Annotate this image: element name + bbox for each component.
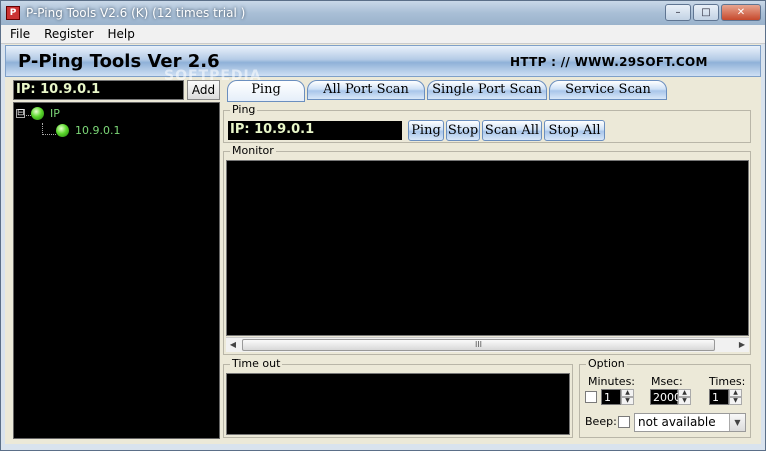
status-led-icon [56, 124, 69, 137]
beep-select[interactable]: not available ▼ [634, 413, 746, 432]
timeout-group: Time out [223, 357, 573, 438]
ping-ip-display: IP: 10.9.0.1 [228, 121, 402, 140]
minimize-button[interactable]: – [665, 4, 691, 21]
spin-down-icon[interactable]: ▼ [729, 397, 742, 405]
title-bar[interactable]: P P-Ping Tools V2.6 (K) (12 times trial … [1, 1, 765, 25]
menu-help[interactable]: Help [103, 27, 140, 41]
minutes-field[interactable]: 1 [601, 389, 621, 405]
monitor-scrollbar[interactable]: ◀ III ▶ [226, 337, 749, 352]
left-panel: IP: 10.9.0.1 Add ⊟ IP 10.9.0.1 [11, 80, 223, 440]
menu-register[interactable]: Register [39, 27, 98, 41]
tree-node-label: 10.9.0.1 [75, 124, 121, 137]
minutes-label: Minutes: [588, 375, 636, 388]
header-banner: P-Ping Tools Ver 2.6 SOFTPEDIA HTTP : //… [5, 45, 761, 84]
tab-strip: Ping All Port Scan Single Port Scan Serv… [227, 80, 669, 102]
msec-label: Msec: [651, 375, 683, 388]
timeout-group-label: Time out [230, 357, 283, 370]
scroll-left-icon[interactable]: ◀ [226, 338, 240, 352]
tree-node-root[interactable]: ⊟ IP [16, 107, 60, 120]
window-title: P-Ping Tools V2.6 (K) (12 times trial ) [26, 6, 246, 20]
scroll-right-icon[interactable]: ▶ [735, 338, 749, 352]
monitor-group-label: Monitor [230, 144, 276, 157]
ip-input[interactable]: IP: 10.9.0.1 [13, 80, 184, 100]
monitor-group: Monitor ◀ III ▶ [223, 144, 751, 355]
tab-service-scan[interactable]: Service Scan [549, 80, 667, 100]
tab-ping[interactable]: Ping [227, 80, 305, 102]
spin-up-icon[interactable]: ▲ [729, 389, 742, 397]
app-icon: P [6, 6, 20, 20]
times-stepper[interactable]: ▲ ▼ [729, 389, 742, 405]
maximize-button[interactable]: □ [693, 4, 719, 21]
times-field[interactable]: 1 [709, 389, 729, 405]
app-window: P P-Ping Tools V2.6 (K) (12 times trial … [0, 0, 766, 451]
add-button[interactable]: Add [187, 80, 220, 100]
collapse-icon[interactable]: ⊟ [16, 109, 25, 118]
spin-up-icon[interactable]: ▲ [678, 389, 691, 397]
spin-down-icon[interactable]: ▼ [678, 397, 691, 405]
chevron-down-icon[interactable]: ▼ [729, 414, 745, 431]
client-area: P-Ping Tools Ver 2.6 SOFTPEDIA HTTP : //… [5, 44, 761, 444]
menu-bar: File Register Help [1, 25, 765, 44]
beep-checkbox[interactable] [618, 416, 630, 428]
timeout-output[interactable] [226, 373, 570, 435]
tree-connector [42, 134, 56, 135]
times-label: Times: [709, 375, 746, 388]
beep-select-value: not available [638, 415, 716, 429]
status-led-icon [31, 107, 44, 120]
close-button[interactable]: ✕ [721, 4, 761, 21]
stop-button[interactable]: Stop [446, 120, 480, 141]
option-group-label: Option [586, 357, 627, 370]
scan-all-button[interactable]: Scan All [482, 120, 542, 141]
spin-down-icon[interactable]: ▼ [621, 397, 634, 405]
option-group: Option Minutes: Msec: Times: 1 ▲ ▼ 2000 … [579, 357, 751, 438]
tab-single-port-scan[interactable]: Single Port Scan [427, 80, 547, 100]
ping-button[interactable]: Ping [408, 120, 444, 141]
stop-all-button[interactable]: Stop All [544, 120, 605, 141]
msec-stepper[interactable]: ▲ ▼ [678, 389, 691, 405]
minutes-stepper[interactable]: ▲ ▼ [621, 389, 634, 405]
minutes-checkbox[interactable] [585, 391, 597, 403]
menu-file[interactable]: File [5, 27, 35, 41]
window-controls: – □ ✕ [665, 4, 761, 21]
spin-up-icon[interactable]: ▲ [621, 389, 634, 397]
tree-node-label: IP [50, 107, 60, 120]
monitor-output[interactable] [226, 160, 749, 336]
msec-field[interactable]: 2000 [650, 389, 681, 405]
ping-group-label: Ping [230, 103, 258, 116]
host-tree[interactable]: ⊟ IP 10.9.0.1 [13, 102, 220, 439]
beep-label: Beep: [585, 415, 617, 428]
banner-url: HTTP : // WWW.29SOFT.COM [510, 55, 708, 69]
ping-group: Ping IP: 10.9.0.1 Ping Stop Scan All Sto… [223, 103, 751, 143]
scroll-thumb[interactable]: III [242, 339, 715, 351]
tree-node-host[interactable]: 10.9.0.1 [56, 124, 120, 137]
tab-all-port-scan[interactable]: All Port Scan [307, 80, 425, 100]
